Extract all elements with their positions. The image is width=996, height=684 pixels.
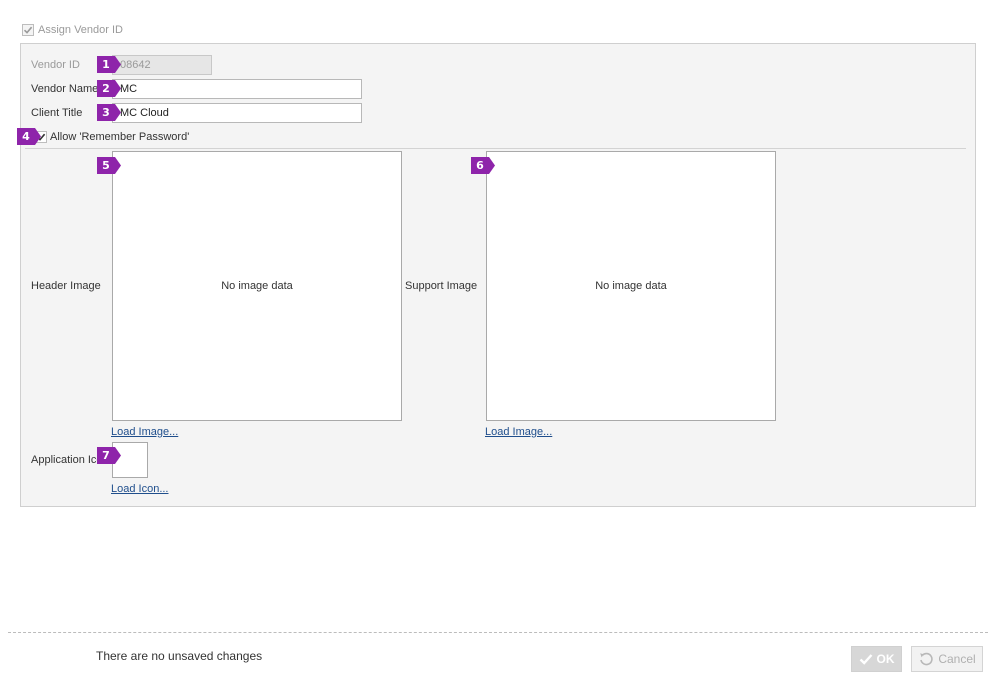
callout-badge-1: 1 [97,56,121,73]
header-image-label: Header Image [31,280,101,292]
checkmark-icon [859,654,872,665]
support-image-label: Support Image [405,280,478,292]
vendor-id-field[interactable]: 08642 [112,55,212,75]
callout-badge-6: 6 [471,157,495,174]
vendor-name-field[interactable]: MC [112,79,362,99]
client-title-field[interactable]: MC Cloud [112,103,362,123]
header-image-placeholder: No image data [221,280,293,292]
vendor-id-label: Vendor ID [31,59,80,71]
cancel-button[interactable]: Cancel [911,646,983,672]
assign-vendor-id-checkbox[interactable] [22,24,34,36]
unsaved-changes-status: There are no unsaved changes [96,649,263,663]
ok-button[interactable]: OK [851,646,902,672]
footer-divider [8,632,988,633]
load-icon-link[interactable]: Load Icon... [111,483,169,495]
cancel-button-label: Cancel [938,652,976,666]
load-header-image-link[interactable]: Load Image... [111,426,178,438]
callout-badge-2: 2 [97,80,121,97]
undo-icon [920,652,934,666]
checkmark-icon [23,26,33,34]
remember-password-label: Allow 'Remember Password' [50,131,190,143]
header-image-box[interactable]: No image data [112,151,402,421]
callout-badge-4: 4 [17,128,41,145]
callout-badge-3: 3 [97,104,121,121]
assign-vendor-id-label: Assign Vendor ID [38,24,123,36]
callout-badge-7: 7 [97,447,121,464]
section-divider [25,148,966,149]
vendor-name-label: Vendor Name [31,83,99,95]
support-image-placeholder: No image data [595,280,667,292]
client-title-label: Client Title [31,107,83,119]
load-support-image-link[interactable]: Load Image... [485,426,552,438]
ok-button-label: OK [876,652,895,666]
callout-badge-5: 5 [97,157,121,174]
support-image-box[interactable]: No image data [486,151,776,421]
